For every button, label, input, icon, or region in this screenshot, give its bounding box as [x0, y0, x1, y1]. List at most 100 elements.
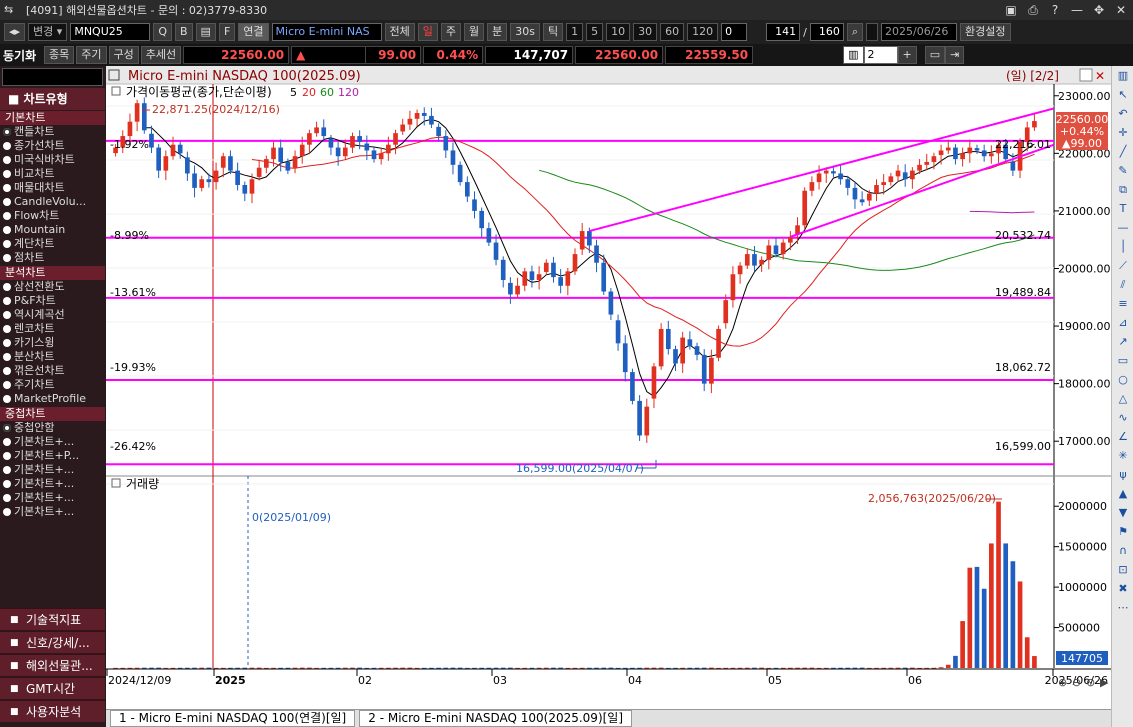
count-input[interactable]: 141	[766, 23, 801, 41]
sidebar-group-basic[interactable]: 기본차트	[0, 111, 105, 125]
sidebar-item[interactable]: 기본차트+...	[0, 435, 105, 449]
sidebar-item[interactable]: 점차트	[0, 251, 105, 265]
chart-restore-icon[interactable]	[1079, 68, 1093, 82]
volume-legend-checkbox[interactable]	[111, 478, 121, 488]
connect-button[interactable]: 연결	[238, 23, 269, 41]
sidebar-bottom-futures[interactable]: 해외선물관...	[0, 654, 105, 677]
move-icon[interactable]: ✥	[1091, 2, 1107, 18]
channel-icon[interactable]: ⫽	[1115, 277, 1131, 293]
pitchfork-icon[interactable]: ψ	[1115, 467, 1131, 483]
horizontal-line-icon[interactable]: —	[1115, 220, 1131, 236]
undo-icon[interactable]: ↶	[1115, 106, 1131, 122]
zoom-reset-icon[interactable]: ⊙	[1086, 676, 1095, 689]
sidebar-item[interactable]: Mountain	[0, 223, 105, 237]
layout-select[interactable]: 2	[863, 46, 898, 64]
cycle-button[interactable]: 주기	[76, 46, 107, 64]
interval-5-button[interactable]: 5	[586, 23, 604, 41]
down-arrow-icon[interactable]: ▼	[1115, 505, 1131, 521]
calc-icon[interactable]: ▤	[195, 23, 216, 41]
date-input[interactable]: 2025/06/26	[881, 23, 958, 41]
ellipse-icon[interactable]: ○	[1115, 372, 1131, 388]
sidebar-item[interactable]: 비교차트	[0, 167, 105, 181]
trend-line-icon[interactable]: ⟋	[1115, 258, 1131, 274]
sidebar-item[interactable]: CandleVolu...	[0, 195, 105, 209]
sidebar-item[interactable]: 기본차트+...	[0, 463, 105, 477]
period-week-button[interactable]: 주	[440, 23, 462, 41]
total-input[interactable]: 160	[809, 23, 844, 41]
save-icon[interactable]: ▭	[924, 46, 946, 64]
query-icon[interactable]: ⌕	[846, 23, 864, 41]
sidebar-bottom-signals[interactable]: 신호/강세/...	[0, 631, 105, 654]
layout-grid-icon[interactable]: ▥	[843, 46, 864, 64]
compose-button[interactable]: 구성	[108, 46, 139, 64]
rectangle-icon[interactable]: ▭	[1115, 353, 1131, 369]
sidebar-item[interactable]: 카기스윙	[0, 336, 105, 350]
chart-tab-2[interactable]: 2 - Micro E-mini NASDAQ 100(2025.09)[일]	[359, 710, 633, 727]
interval-120-button[interactable]: 120	[687, 23, 719, 41]
export-icon[interactable]: ⇥	[945, 46, 965, 64]
cycle-icon[interactable]: ∿	[1115, 410, 1131, 426]
sync-label[interactable]: 동기화	[0, 47, 44, 64]
symbol-input[interactable]: MNQU25	[70, 23, 151, 41]
flag-icon[interactable]: ⚑	[1115, 524, 1131, 540]
lock-icon[interactable]: ⊡	[1115, 562, 1131, 578]
sidebar-item[interactable]: 삼선전환도	[0, 280, 105, 294]
sidebar-bottom-user[interactable]: 사용자분석	[0, 700, 105, 723]
period-day-button[interactable]: 일	[417, 23, 438, 41]
ma-legend-checkbox[interactable]	[111, 86, 121, 96]
interval-1-button[interactable]: 1	[566, 23, 584, 41]
sidebar-item[interactable]: 계단차트	[0, 237, 105, 251]
sidebar-item[interactable]: 중첩안함	[0, 421, 105, 435]
draw-line-icon[interactable]: ╱	[1115, 144, 1131, 160]
print-icon[interactable]: ⎙	[1025, 2, 1041, 18]
chart-area[interactable]: Micro E-mini NASDAQ 100(2025.09) (일) [2/…	[106, 66, 1111, 709]
crosshair-icon[interactable]: ✛	[1115, 125, 1131, 141]
interval-60-button[interactable]: 60	[660, 23, 685, 41]
chart-tab-1[interactable]: 1 - Micro E-mini NASDAQ 100(연결)[일]	[110, 710, 356, 727]
sidebar-item[interactable]: 매물대차트	[0, 181, 105, 195]
f-button[interactable]: F	[218, 23, 236, 41]
sidebar-item[interactable]: P&F차트	[0, 294, 105, 308]
text-icon[interactable]: T	[1115, 201, 1131, 217]
sidebar-item[interactable]: 기본차트+...	[0, 505, 105, 519]
help-icon[interactable]: ?	[1047, 2, 1063, 18]
all-button[interactable]: 전체	[384, 23, 415, 41]
sidebar-bottom-gmt[interactable]: GMT시간	[0, 677, 105, 700]
triangle-icon[interactable]: △	[1115, 391, 1131, 407]
sidebar-item[interactable]: 꺾은선차트	[0, 364, 105, 378]
sidebar-item[interactable]: 주기차트	[0, 378, 105, 392]
cursor-icon[interactable]: ↖	[1115, 87, 1131, 103]
angle-icon[interactable]: ∠	[1115, 429, 1131, 445]
period-month-button[interactable]: 월	[464, 23, 485, 41]
trash-icon[interactable]: ✖	[1115, 581, 1131, 597]
sidebar-item[interactable]: 종가선차트	[0, 139, 105, 153]
interval-30-button[interactable]: 30	[633, 23, 658, 41]
sidebar-group-overlay[interactable]: 중첩차트	[0, 407, 105, 421]
zoom-in-icon[interactable]: ⊕	[1058, 676, 1067, 689]
minimize-icon[interactable]: —	[1069, 2, 1085, 18]
sidebar-item[interactable]: 분산차트	[0, 350, 105, 364]
up-arrow-icon[interactable]: ▲	[1115, 486, 1131, 502]
scroll-right-icon[interactable]: ▶	[1100, 676, 1109, 689]
sidebar-item[interactable]: 기본차트+...	[0, 491, 105, 505]
vertical-line-icon[interactable]: │	[1115, 239, 1131, 255]
change-dropdown[interactable]: 변경 ▾	[28, 23, 68, 41]
gann-icon[interactable]: ✳	[1115, 448, 1131, 464]
nav-arrows-button[interactable]: ◂▸	[4, 23, 26, 41]
period-minute-button[interactable]: 분	[487, 23, 508, 41]
chart-svg[interactable]: Micro E-mini NASDAQ 100(2025.09) (일) [2/…	[106, 66, 1111, 709]
sidebar-item[interactable]: 기본차트+...	[0, 477, 105, 491]
sidebar-group-analysis[interactable]: 분석차트	[0, 266, 105, 280]
item-button[interactable]: 종목	[44, 46, 75, 64]
sidebar-search-input[interactable]	[2, 68, 103, 86]
interval-10-button[interactable]: 10	[606, 23, 631, 41]
settings-button[interactable]: 환경설정	[960, 23, 1011, 41]
pen-icon[interactable]: ✎	[1115, 163, 1131, 179]
sidebar-item[interactable]: 역시계곡선	[0, 308, 105, 322]
zoom-out-icon[interactable]: ⊖	[1072, 676, 1081, 689]
close-icon[interactable]: ✕	[1113, 2, 1129, 18]
more-icon[interactable]: ⋯	[1115, 600, 1131, 616]
sidebar-item[interactable]: 캔들차트	[0, 125, 105, 139]
date-checkbox[interactable]	[866, 23, 879, 41]
period-30s-button[interactable]: 30s	[510, 23, 541, 41]
